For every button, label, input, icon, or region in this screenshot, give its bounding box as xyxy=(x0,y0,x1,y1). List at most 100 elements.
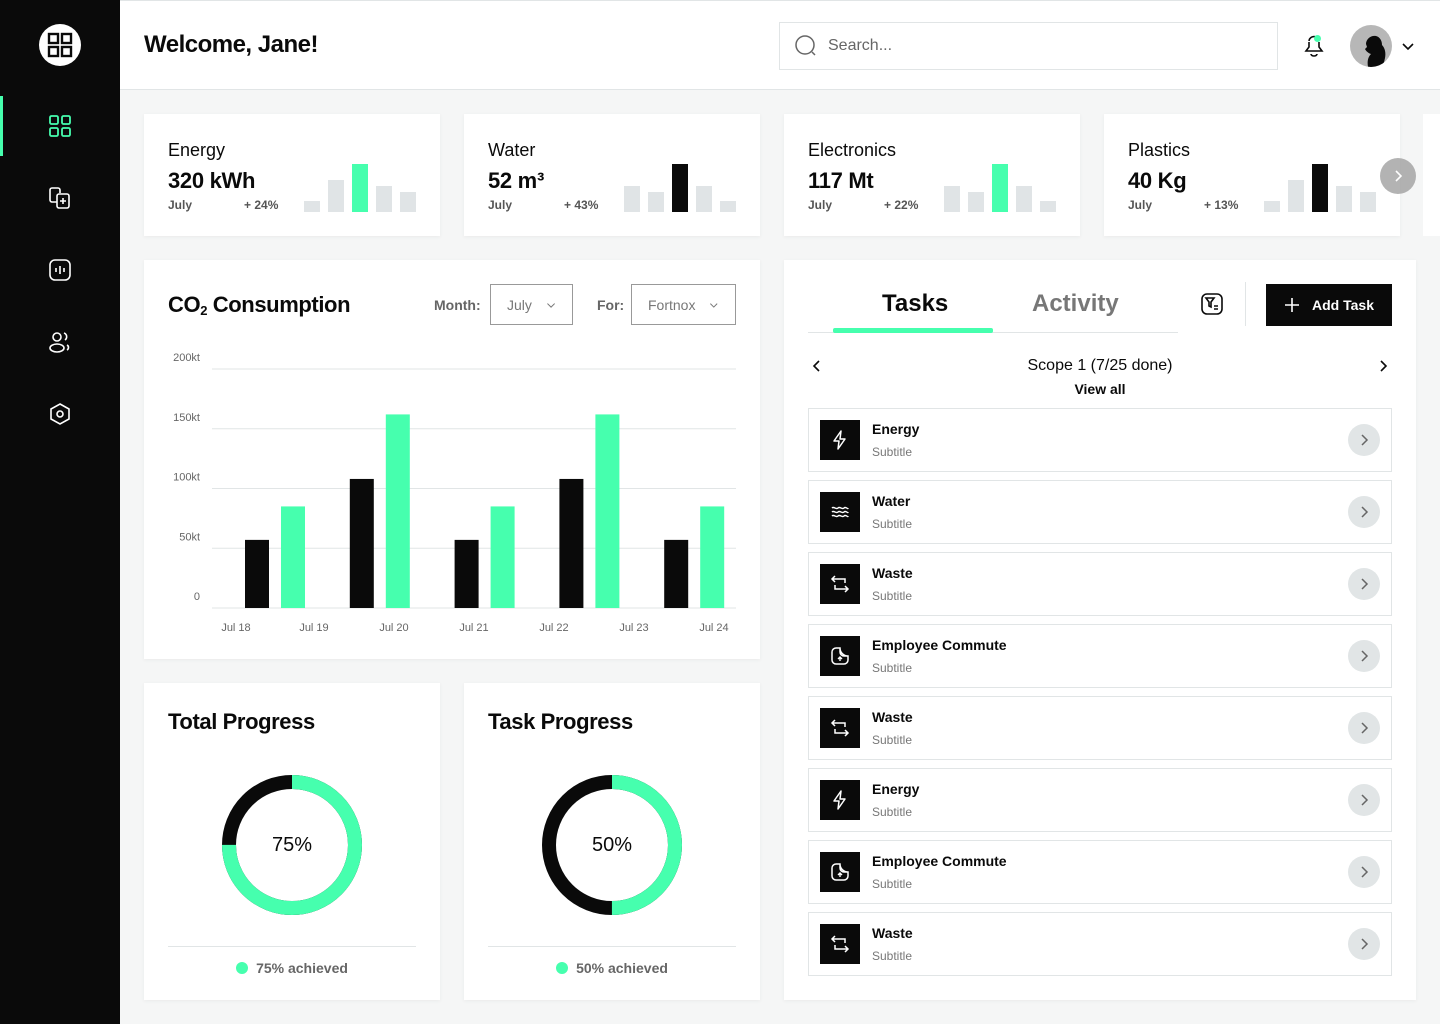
legend-dot xyxy=(556,962,569,974)
app-logo[interactable] xyxy=(39,24,81,66)
mini-bar xyxy=(1312,164,1328,212)
task-icon-tile xyxy=(820,780,860,820)
stat-card-energy[interactable]: Energy 320 kWh July + 24% xyxy=(144,114,440,236)
chevron-right-icon xyxy=(1395,170,1403,182)
scope-next-button[interactable] xyxy=(1376,358,1390,379)
bar-series-a xyxy=(245,539,269,608)
progress-ring: 75% xyxy=(220,773,364,917)
search-box[interactable] xyxy=(779,22,1278,70)
mini-bar xyxy=(304,201,320,212)
chevron-right-icon xyxy=(1361,506,1369,518)
top-header: Welcome, Jane! xyxy=(120,0,1440,90)
task-item[interactable]: Employee Commute Subtitle xyxy=(808,840,1392,904)
progress-divider xyxy=(168,946,416,947)
progress-legend: 50% achieved xyxy=(464,960,760,976)
mini-bar xyxy=(328,180,344,212)
mini-bar xyxy=(968,192,984,212)
task-item[interactable]: Waste Subtitle xyxy=(808,552,1392,616)
progress-ring: 50% xyxy=(540,773,684,917)
month-select-value: July xyxy=(507,296,532,313)
bar-series-b xyxy=(700,506,725,608)
chevron-right-icon xyxy=(1361,650,1369,662)
month-select[interactable]: July xyxy=(490,284,573,325)
notification-button[interactable] xyxy=(1302,33,1326,59)
stat-card-water[interactable]: Water 52 m³ July + 43% xyxy=(464,114,760,236)
notification-dot xyxy=(1314,35,1321,42)
mini-bar xyxy=(696,186,712,212)
stat-change: + 13% xyxy=(1204,198,1239,212)
view-all-link[interactable]: View all xyxy=(784,381,1416,397)
mini-bar xyxy=(400,192,416,212)
mini-bar xyxy=(376,186,392,212)
repeat-icon xyxy=(830,575,850,593)
copy-plus-icon xyxy=(49,187,70,209)
stats-next-button[interactable] xyxy=(1380,158,1416,194)
stat-month: July xyxy=(1128,198,1153,212)
task-title: Waste xyxy=(872,925,913,941)
stat-card-plastics[interactable]: Plastics 40 Kg July + 13% xyxy=(1104,114,1400,236)
task-open-button[interactable] xyxy=(1348,424,1380,456)
chevron-right-icon xyxy=(1361,794,1369,806)
task-open-button[interactable] xyxy=(1348,856,1380,888)
task-title: Energy xyxy=(872,421,920,437)
sidebar xyxy=(0,0,120,1024)
task-open-button[interactable] xyxy=(1348,568,1380,600)
x-tick-label: Jul 20 xyxy=(379,622,408,634)
chevron-down-icon xyxy=(710,302,718,308)
task-item[interactable]: Employee Commute Subtitle xyxy=(808,624,1392,688)
sidebar-item-users[interactable] xyxy=(0,312,120,372)
mini-bar xyxy=(648,192,664,212)
sidebar-item-add-document[interactable] xyxy=(0,168,120,228)
search-input[interactable] xyxy=(828,37,1248,55)
progress-title: Task Progress xyxy=(488,709,633,734)
task-open-button[interactable] xyxy=(1348,496,1380,528)
sidebar-item-dashboard[interactable] xyxy=(0,96,120,156)
bar-series-a xyxy=(349,478,374,608)
for-select[interactable]: Fortnox xyxy=(631,284,736,325)
task-item[interactable]: Waste Subtitle xyxy=(808,912,1392,976)
sticker-upload-icon xyxy=(831,863,849,881)
filter-list-button[interactable] xyxy=(1200,292,1224,321)
x-tick-label: Jul 21 xyxy=(459,622,488,634)
task-item[interactable]: Water Subtitle xyxy=(808,480,1392,544)
stat-mini-chart xyxy=(624,162,744,212)
mini-bar xyxy=(672,164,688,212)
tab-tasks[interactable]: Tasks xyxy=(882,290,948,318)
user-avatar[interactable] xyxy=(1350,25,1392,67)
task-open-button[interactable] xyxy=(1348,928,1380,960)
profile-menu-toggle[interactable] xyxy=(1400,38,1416,59)
chevron-right-icon xyxy=(1361,722,1369,734)
for-select-value: Fortnox xyxy=(648,296,696,313)
task-icon-tile xyxy=(820,708,860,748)
task-item[interactable]: Waste Subtitle xyxy=(808,696,1392,760)
task-title: Water xyxy=(872,493,911,509)
grid-icon xyxy=(49,115,71,137)
y-tick-label: 100kt xyxy=(173,472,200,484)
mini-bar xyxy=(1288,180,1304,212)
task-subtitle: Subtitle xyxy=(872,733,913,747)
x-tick-label: Jul 19 xyxy=(299,622,328,634)
co2-title: CO2 Consumption xyxy=(168,292,351,318)
legend-dot xyxy=(236,962,249,974)
task-open-button[interactable] xyxy=(1348,712,1380,744)
grid-icon xyxy=(47,32,73,58)
search-icon xyxy=(795,35,816,56)
task-open-button[interactable] xyxy=(1348,784,1380,816)
stat-value: 117 Mt xyxy=(808,168,874,193)
task-subtitle: Subtitle xyxy=(872,517,913,531)
tab-activity[interactable]: Activity xyxy=(1032,290,1119,318)
stat-card-electronics[interactable]: Electronics 117 Mt July + 22% xyxy=(784,114,1080,236)
sidebar-item-settings[interactable] xyxy=(0,384,120,444)
task-item[interactable]: Energy Subtitle xyxy=(808,408,1392,472)
bar-series-b xyxy=(595,414,620,608)
task-open-button[interactable] xyxy=(1348,640,1380,672)
waves-icon xyxy=(831,506,849,518)
chevron-right-icon xyxy=(1380,360,1388,372)
task-item[interactable]: Energy Subtitle xyxy=(808,768,1392,832)
scope-title: Scope 1 (7/25 done) xyxy=(1027,357,1173,374)
stat-value: 52 m³ xyxy=(488,168,544,193)
sidebar-item-analytics[interactable] xyxy=(0,240,120,300)
add-task-button[interactable]: Add Task xyxy=(1266,284,1392,326)
x-tick-label: Jul 23 xyxy=(619,622,648,634)
progress-percent: 50% xyxy=(591,833,633,856)
